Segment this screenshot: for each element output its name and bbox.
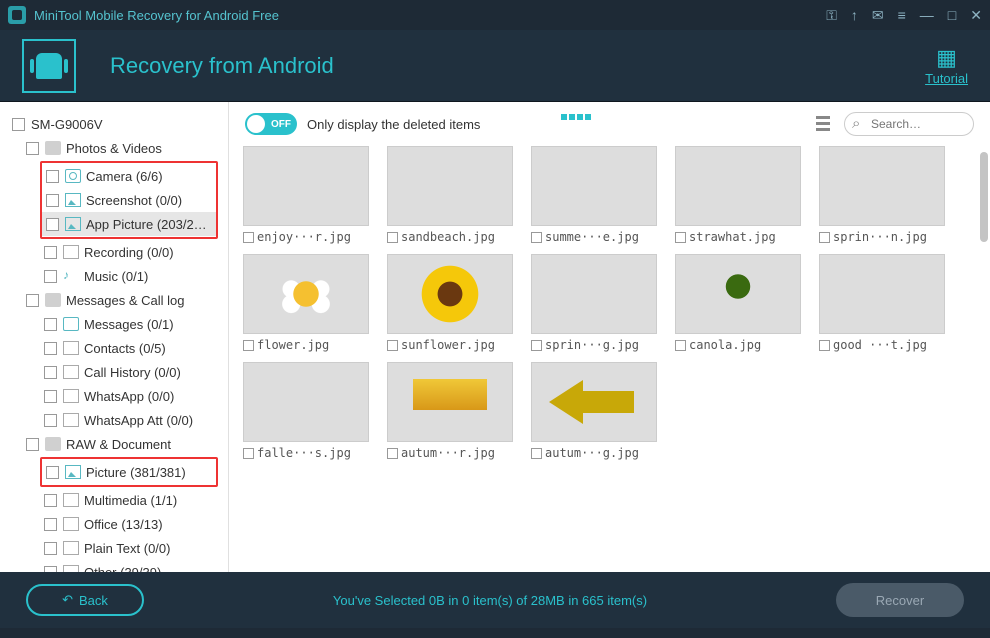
tree-item[interactable]: Other (39/39) (4, 560, 224, 572)
close-icon[interactable]: ✕ (970, 7, 982, 24)
minimize-icon[interactable]: — (920, 7, 934, 23)
thumbnail[interactable]: strawhat.jpg (675, 146, 801, 244)
toggle-label: Only display the deleted items (307, 117, 537, 132)
tutorial-link[interactable]: ▦ Tutorial (925, 45, 968, 86)
device-node[interactable]: SM-G9006V (4, 112, 224, 136)
thumbnail[interactable]: enjoy···r.jpg (243, 146, 369, 244)
tree-item[interactable]: Messages (0/1) (4, 312, 224, 336)
content-pane: OFF Only display the deleted items enjoy… (228, 102, 990, 572)
book-icon: ▦ (925, 45, 968, 71)
page-header: Recovery from Android ▦ Tutorial (0, 30, 990, 102)
thumbnail-caption: enjoy···r.jpg (243, 230, 369, 244)
search-input[interactable] (844, 112, 974, 136)
tree-item[interactable]: Camera (6/6) (42, 164, 216, 188)
thumbnail[interactable]: sandbeach.jpg (387, 146, 513, 244)
selection-status: You've Selected 0B in 0 item(s) of 28MB … (144, 593, 836, 608)
thumbnail[interactable]: autum···r.jpg (387, 362, 513, 460)
scrollbar[interactable] (980, 152, 988, 242)
window-title: MiniTool Mobile Recovery for Android Fre… (34, 8, 826, 23)
thumbnail[interactable]: sunflower.jpg (387, 254, 513, 352)
sidebar: SM-G9006VPhotos & Videos Camera (6/6)Scre… (0, 102, 228, 572)
key-icon[interactable]: ⚿ (826, 7, 837, 24)
deleted-only-toggle[interactable]: OFF (245, 113, 297, 135)
thumbnail-caption: sandbeach.jpg (387, 230, 513, 244)
thumbnail[interactable]: sprin···n.jpg (819, 146, 945, 244)
thumbnail-caption: sprin···g.jpg (531, 338, 657, 352)
tree-group[interactable]: Messages & Call log (4, 288, 224, 312)
thumbnail[interactable]: autum···g.jpg (531, 362, 657, 460)
thumbnail-caption: strawhat.jpg (675, 230, 801, 244)
tree-item[interactable]: Recording (0/0) (4, 240, 224, 264)
menu-icon[interactable]: ≡ (898, 7, 906, 23)
list-view-button[interactable] (814, 114, 834, 134)
titlebar: MiniTool Mobile Recovery for Android Fre… (0, 0, 990, 30)
footer: ↶ Back You've Selected 0B in 0 item(s) o… (0, 572, 990, 628)
thumbnail[interactable]: sprin···g.jpg (531, 254, 657, 352)
mail-icon[interactable]: ✉ (872, 7, 884, 24)
thumbnail[interactable]: good ···t.jpg (819, 254, 945, 352)
tree-item[interactable]: WhatsApp (0/0) (4, 384, 224, 408)
grid-view-button[interactable] (547, 114, 805, 134)
recover-button[interactable]: Recover (836, 583, 964, 617)
thumbnail[interactable]: falle···s.jpg (243, 362, 369, 460)
thumbnail-caption: falle···s.jpg (243, 446, 369, 460)
tree-item[interactable]: Screenshot (0/0) (42, 188, 216, 212)
thumbnail[interactable]: canola.jpg (675, 254, 801, 352)
tree-item[interactable]: Multimedia (1/1) (4, 488, 224, 512)
tree-item[interactable]: Picture (381/381) (42, 460, 216, 484)
thumbnail-caption: sprin···n.jpg (819, 230, 945, 244)
android-icon (22, 39, 76, 93)
tree-item[interactable]: Plain Text (0/0) (4, 536, 224, 560)
toolbar: OFF Only display the deleted items (229, 102, 990, 146)
tree-group[interactable]: RAW & Document (4, 432, 224, 456)
thumbnail-caption: summe···e.jpg (531, 230, 657, 244)
back-arrow-icon: ↶ (62, 592, 73, 608)
back-button[interactable]: ↶ Back (26, 584, 144, 616)
thumbnail-caption: autum···r.jpg (387, 446, 513, 460)
maximize-icon[interactable]: □ (948, 7, 956, 23)
thumbnail-grid: enjoy···r.jpg sandbeach.jpg summe···e.jpg s… (229, 146, 990, 572)
thumbnail-caption: good ···t.jpg (819, 338, 945, 352)
thumbnail[interactable]: summe···e.jpg (531, 146, 657, 244)
upgrade-icon[interactable]: ↑ (851, 7, 858, 23)
thumbnail-caption: autum···g.jpg (531, 446, 657, 460)
tree-item[interactable]: WhatsApp Att (0/0) (4, 408, 224, 432)
thumbnail-caption: canola.jpg (675, 338, 801, 352)
app-logo-icon (8, 6, 26, 24)
tree-group[interactable]: Photos & Videos (4, 136, 224, 160)
thumbnail[interactable]: flower.jpg (243, 254, 369, 352)
thumbnail-caption: flower.jpg (243, 338, 369, 352)
page-title: Recovery from Android (110, 53, 925, 79)
tree-item[interactable]: Contacts (0/5) (4, 336, 224, 360)
tree-item[interactable]: App Picture (203/2… (42, 212, 216, 236)
tree-item[interactable]: ♪Music (0/1) (4, 264, 224, 288)
thumbnail-caption: sunflower.jpg (387, 338, 513, 352)
tree-item[interactable]: Call History (0/0) (4, 360, 224, 384)
tree-item[interactable]: Office (13/13) (4, 512, 224, 536)
